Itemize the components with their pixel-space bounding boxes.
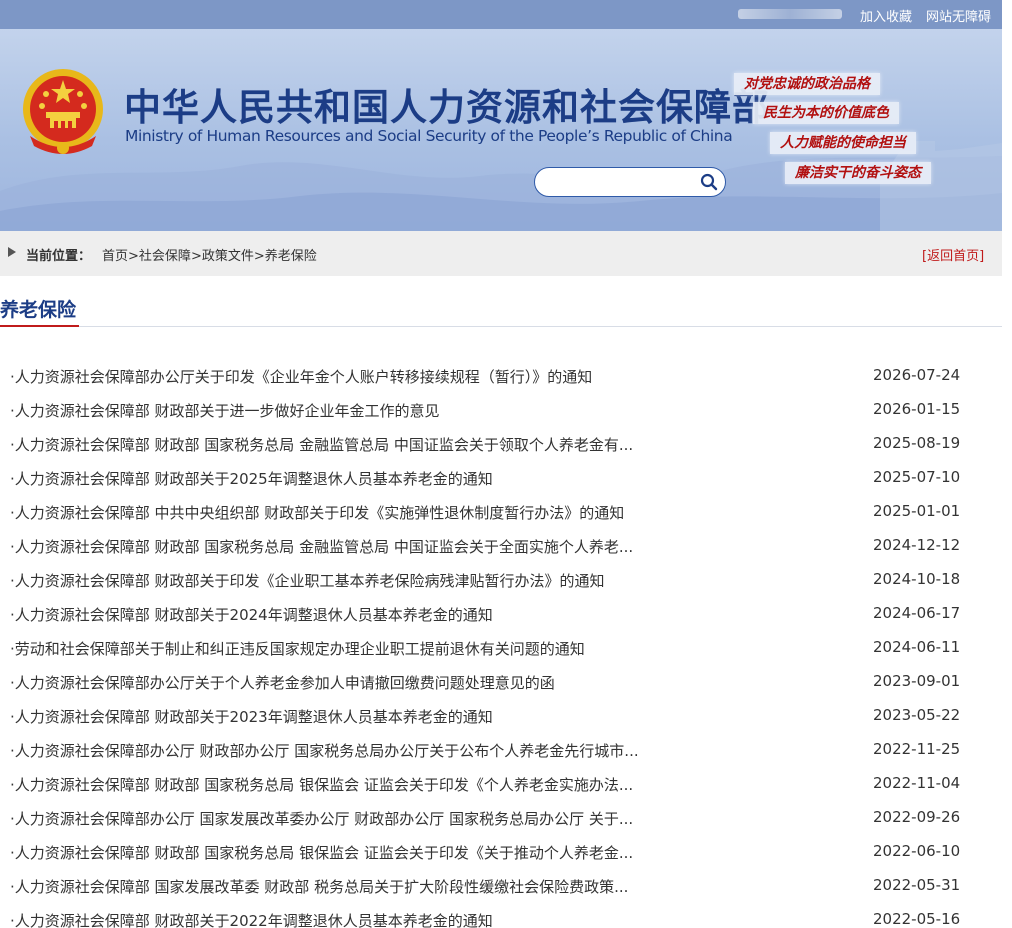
site-banner: 中华人民共和国人力资源和社会保障部 Ministry of Human Reso… [0,29,1002,231]
article-date: 2022-05-16 [873,910,961,928]
triangle-right-icon [8,247,16,257]
breadcrumb-separator: > [253,249,265,264]
article-link[interactable]: ·人力资源社会保障部 财政部关于2023年调整退休人员基本养老金的通知 [10,706,493,727]
article-date: 2026-01-15 [873,400,961,418]
list-item: ·人力资源社会保障部 国家发展改革委 财政部 税务总局关于扩大阶段性缓缴社会保险… [0,868,1002,902]
list-item: ·人力资源社会保障部 财政部 国家税务总局 银保监会 证监会关于印发《关于推动个… [0,834,1002,868]
top-utility-bar: 加入收藏 网站无障碍 [0,0,1002,29]
list-item: ·人力资源社会保障部办公厅关于印发《企业年金个人账户转移接续规程（暂行）》的通知… [0,358,1002,392]
accessibility-link[interactable]: 网站无障碍 [926,6,991,25]
article-date: 2022-05-31 [873,876,961,894]
breadcrumb-label: 当前位置： [26,249,92,264]
article-link[interactable]: ·人力资源社会保障部 财政部 国家税务总局 银保监会 证监会关于印发《个人养老金… [10,774,633,795]
article-link[interactable]: ·人力资源社会保障部 财政部关于印发《企业职工基本养老保险病残津贴暂行办法》的通… [10,570,605,591]
site-title-english: Ministry of Human Resources and Social S… [125,127,733,145]
article-link[interactable]: ·人力资源社会保障部 财政部 国家税务总局 金融监管总局 中国证监会关于领取个人… [10,434,633,455]
article-link[interactable]: ·人力资源社会保障部办公厅关于印发《企业年金个人账户转移接续规程（暂行）》的通知 [10,366,592,387]
article-link[interactable]: ·人力资源社会保障部 中共中央组织部 财政部关于印发《实施弹性退休制度暂行办法》… [10,502,624,523]
slogan-3: 人力赋能的使命担当 [770,132,916,154]
list-item: ·人力资源社会保障部 财政部关于2025年调整退休人员基本养老金的通知 2025-… [0,460,1002,494]
article-date: 2023-09-01 [873,672,961,690]
search-box [534,167,726,197]
article-date: 2023-05-22 [873,706,961,724]
article-date: 2025-01-01 [873,502,961,520]
list-item: ·人力资源社会保障部 财政部 国家税务总局 银保监会 证监会关于印发《个人养老金… [0,766,1002,800]
article-link[interactable]: ·人力资源社会保障部办公厅 国家发展改革委办公厅 财政部办公厅 国家税务总局办公… [10,808,633,829]
list-item: ·人力资源社会保障部 中共中央组织部 财政部关于印发《实施弹性退休制度暂行办法》… [0,494,1002,528]
breadcrumb-item-policy-documents[interactable]: 政策文件 [202,249,254,264]
article-link[interactable]: ·人力资源社会保障部 财政部关于2024年调整退休人员基本养老金的通知 [10,604,493,625]
slogan-1: 对党忠诚的政治品格 [734,73,880,95]
article-link[interactable]: ·劳动和社会保障部关于制止和纠正违反国家规定办理企业职工提前退休有关问题的通知 [10,638,585,659]
article-date: 2022-06-10 [873,842,961,860]
list-item: ·人力资源社会保障部 财政部 国家税务总局 金融监管总局 中国证监会关于领取个人… [0,426,1002,460]
list-item: ·人力资源社会保障部办公厅 国家发展改革委办公厅 财政部办公厅 国家税务总局办公… [0,800,1002,834]
article-date: 2025-08-19 [873,434,961,452]
article-list: ·人力资源社会保障部办公厅关于印发《企业年金个人账户转移接续规程（暂行）》的通知… [0,358,1002,928]
search-input[interactable] [547,173,697,191]
slogan-4: 廉洁实干的奋斗姿态 [785,162,931,184]
article-date: 2022-11-04 [873,774,961,792]
list-item: ·人力资源社会保障部 财政部关于2023年调整退休人员基本养老金的通知 2023-… [0,698,1002,732]
breadcrumb-item-social-security[interactable]: 社会保障 [139,249,191,264]
breadcrumb-separator: > [128,249,139,264]
list-item: ·人力资源社会保障部 财政部关于进一步做好企业年金工作的意见 2026-01-15 [0,392,1002,426]
list-item: ·人力资源社会保障部 财政部关于2024年调整退休人员基本养老金的通知 2024-… [0,596,1002,630]
section-divider [79,326,1002,327]
site-title-chinese: 中华人民共和国人力资源和社会保障部 [124,86,770,129]
list-item: ·人力资源社会保障部办公厅关于个人养老金参加人申请撤回缴费问题处理意见的函 202… [0,664,1002,698]
national-emblem-icon [23,69,103,154]
section-title: 养老保险 [0,299,77,321]
article-link[interactable]: ·人力资源社会保障部办公厅关于个人养老金参加人申请撤回缴费问题处理意见的函 [10,672,555,693]
article-link[interactable]: ·人力资源社会保障部 财政部关于2025年调整退休人员基本养老金的通知 [10,468,493,489]
article-date: 2024-06-11 [873,638,961,656]
article-date: 2024-12-12 [873,536,961,554]
list-item: ·人力资源社会保障部 财政部关于印发《企业职工基本养老保险病残津贴暂行办法》的通… [0,562,1002,596]
slogan-2: 民生为本的价值底色 [753,102,899,124]
add-favorite-link[interactable]: 加入收藏 [860,6,912,25]
section-underline-accent [0,325,79,327]
list-item: ·人力资源社会保障部 财政部关于2022年调整退休人员基本养老金的通知 2022-… [0,902,1002,928]
article-link[interactable]: ·人力资源社会保障部 财政部关于进一步做好企业年金工作的意见 [10,400,440,421]
article-link[interactable]: ·人力资源社会保障部 国家发展改革委 财政部 税务总局关于扩大阶段性缓缴社会保险… [10,876,628,897]
blurred-text [738,9,842,19]
list-item: ·人力资源社会保障部 财政部 国家税务总局 金融监管总局 中国证监会关于全面实施… [0,528,1002,562]
breadcrumb-item-pension-insurance[interactable]: 养老保险 [265,249,317,264]
article-link[interactable]: ·人力资源社会保障部 财政部 国家税务总局 银保监会 证监会关于印发《关于推动个… [10,842,633,863]
breadcrumb-path: 首页>社会保障>政策文件>养老保险 [102,245,317,264]
article-date: 2022-11-25 [873,740,961,758]
article-date: 2026-07-24 [873,366,961,384]
list-item: ·人力资源社会保障部办公厅 财政部办公厅 国家税务总局办公厅关于公布个人养老金先… [0,732,1002,766]
article-date: 2024-10-18 [873,570,961,588]
search-icon[interactable] [699,172,719,192]
list-item: ·劳动和社会保障部关于制止和纠正违反国家规定办理企业职工提前退休有关问题的通知 2… [0,630,1002,664]
article-link[interactable]: ·人力资源社会保障部 财政部 国家税务总局 金融监管总局 中国证监会关于全面实施… [10,536,633,557]
article-link[interactable]: ·人力资源社会保障部 财政部关于2022年调整退休人员基本养老金的通知 [10,910,493,928]
breadcrumb: 当前位置： 首页>社会保障>政策文件>养老保险 [返回首页] [0,231,1002,276]
article-link[interactable]: ·人力资源社会保障部办公厅 财政部办公厅 国家税务总局办公厅关于公布个人养老金先… [10,740,639,761]
article-date: 2022-09-26 [873,808,961,826]
article-date: 2024-06-17 [873,604,961,622]
breadcrumb-item-home[interactable]: 首页 [102,249,128,264]
article-date: 2025-07-10 [873,468,961,486]
back-to-home-link[interactable]: [返回首页] [922,245,984,264]
breadcrumb-separator: > [190,249,202,264]
